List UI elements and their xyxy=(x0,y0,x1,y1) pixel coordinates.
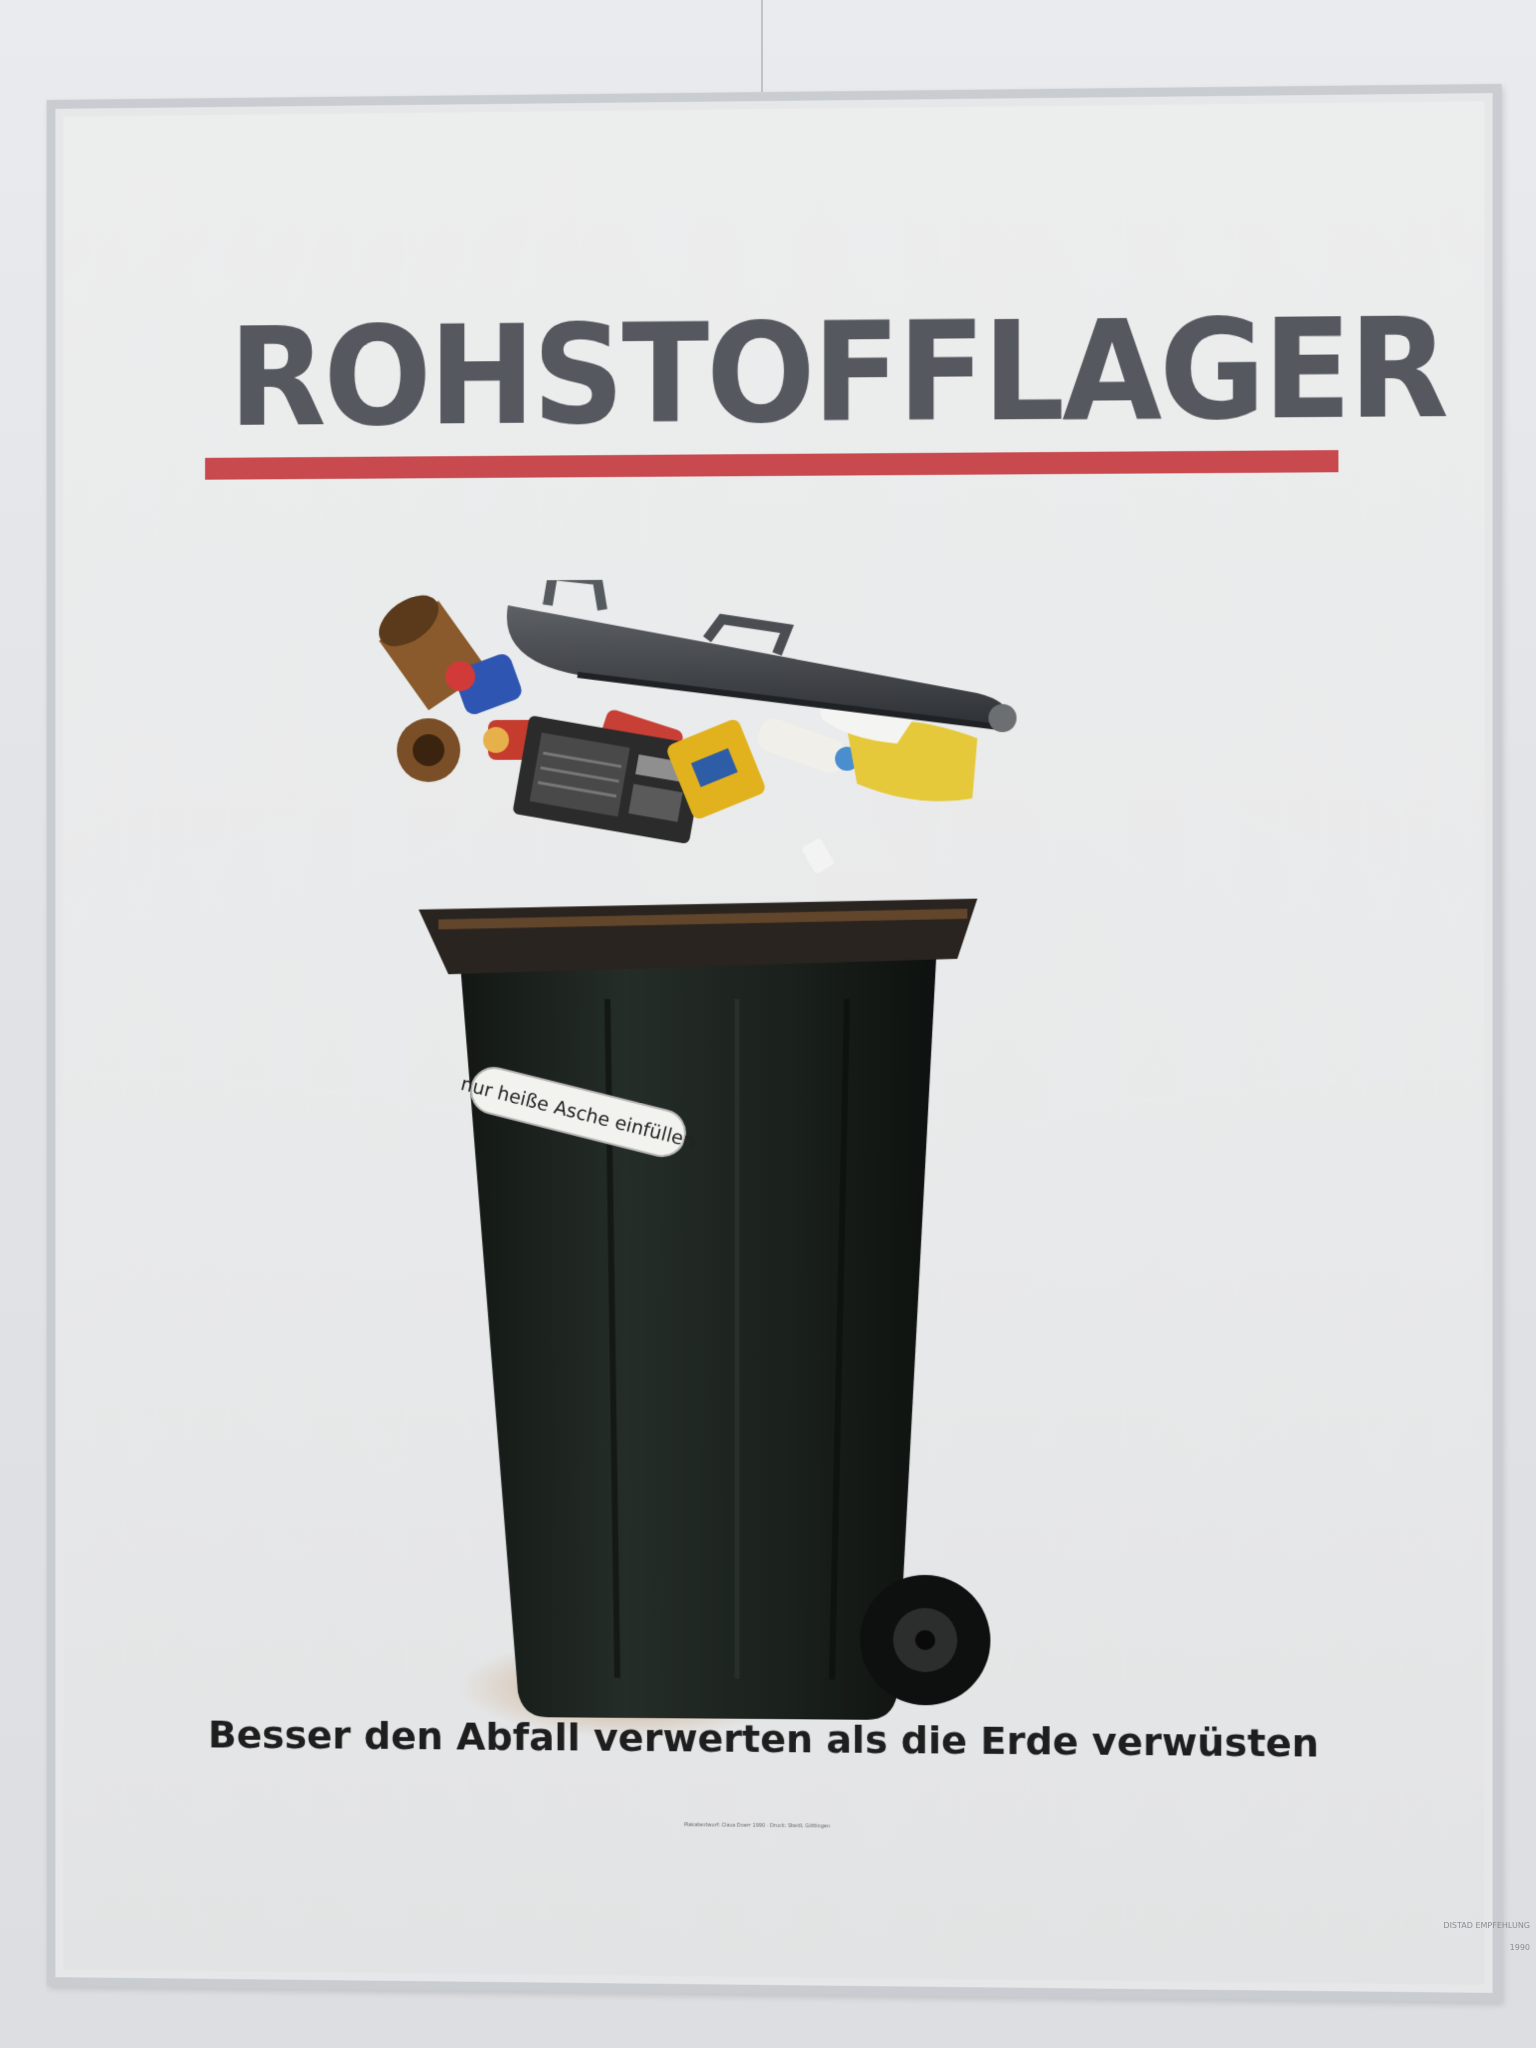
bin-handle xyxy=(548,576,603,610)
power-plug xyxy=(801,837,835,874)
wall-label-line1: DISTAD EMPFEHLUNG xyxy=(1440,1915,1530,1937)
red-can-cap xyxy=(483,727,509,753)
power-cable xyxy=(777,789,817,849)
pipe-fitting-hole xyxy=(413,734,445,766)
wall-seam xyxy=(761,0,763,92)
poster-tagline: Besser den Abfall verwerten als die Erde… xyxy=(189,1695,1338,1784)
poster-frame: ROHSTOFFLAGER nur heiße Asche einfüllen … xyxy=(47,84,1502,2002)
wall-label-line2: 1990 xyxy=(1440,1937,1530,1959)
wall-label: DISTAD EMPFEHLUNG 1990 xyxy=(1440,1915,1530,1959)
poster: ROHSTOFFLAGER nur heiße Asche einfüllen … xyxy=(63,101,1484,1985)
bin-body xyxy=(458,939,937,1721)
spray-can-cap xyxy=(445,661,475,691)
bin-wheel-axle xyxy=(915,1630,935,1650)
poster-credit: Plakatentwurf: Claus Doerr 1990 · Druck:… xyxy=(597,1817,917,1834)
wheelie-bin-illustration: nur heiße Asche einfüllen xyxy=(379,576,1239,1783)
bin-hinge xyxy=(988,704,1016,732)
poster-headline: ROHSTOFFLAGER xyxy=(229,294,1288,452)
